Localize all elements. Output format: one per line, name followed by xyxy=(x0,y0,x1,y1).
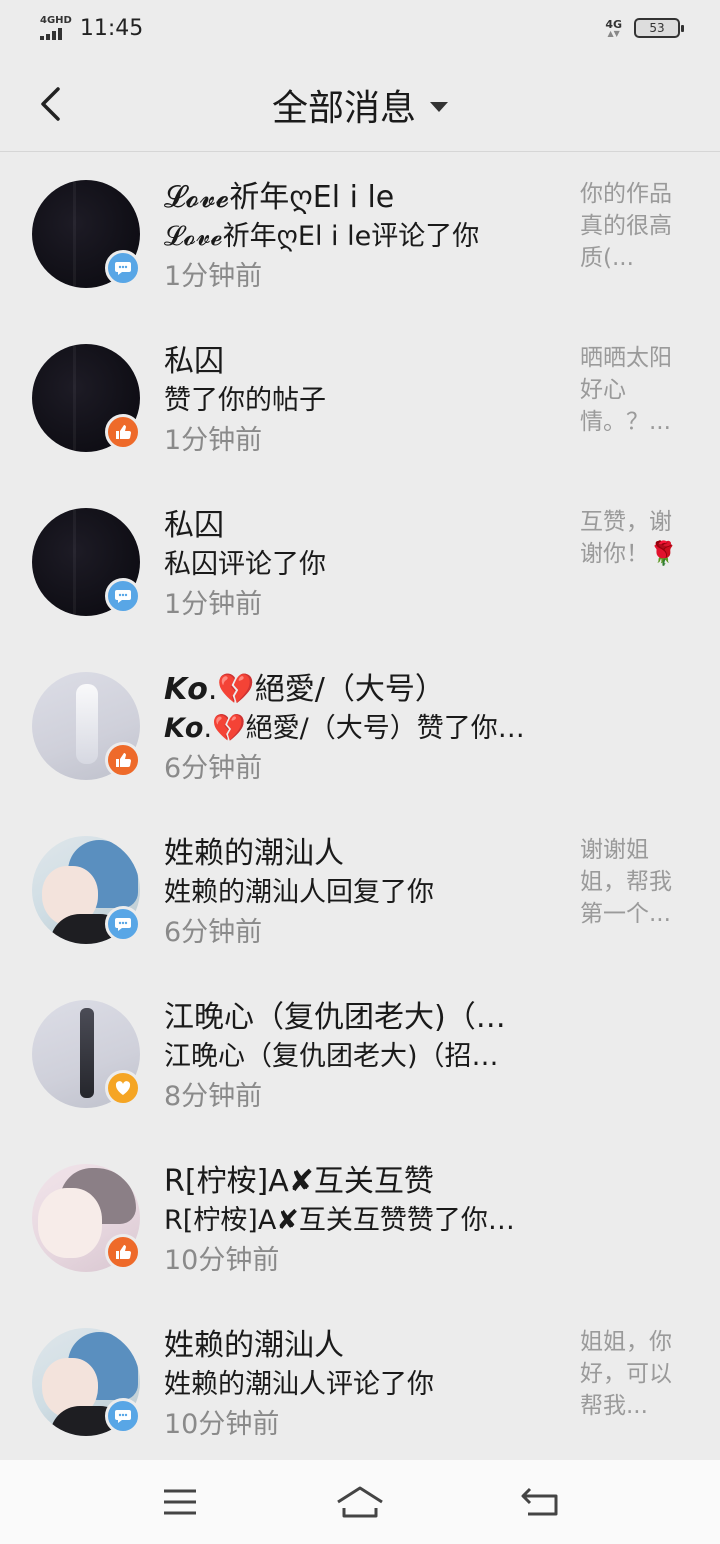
message-row[interactable]: 姓赖的潮汕人 姓赖的潮汕人评论了你 10分钟前 姐姐，你好，可以帮我... xyxy=(0,1300,720,1464)
sender-name: 姓赖的潮汕人 xyxy=(164,1328,344,1363)
status-left: 4GHD 11:45 xyxy=(40,16,143,41)
network-label: 4GHD xyxy=(40,15,72,26)
battery-icon: 53 xyxy=(634,18,684,38)
message-list: 𝓛𝓸𝓿𝓮祈年ღEl i le 𝓛𝓸𝓿𝓮祈年ღEl i le评论了你 1分钟前 你… xyxy=(0,152,720,1464)
message-filter-dropdown[interactable]: 全部消息 xyxy=(0,80,720,130)
sender-name: 江晚心（复仇团老大)（… xyxy=(164,1000,506,1035)
sender-name: 姓赖的潮汕人 xyxy=(164,836,344,871)
battery-level: 53 xyxy=(649,21,665,35)
sender-name: 𝙆𝙤.💔絕愛/（大号） xyxy=(164,672,445,707)
message-time: 10分钟前 xyxy=(164,1409,280,1440)
sender-name: 𝓛𝓸𝓿𝓮祈年ღEl i le xyxy=(164,180,395,215)
comment-icon xyxy=(105,1398,141,1434)
message-preview: 谢谢姐姐，帮我第一个... xyxy=(580,837,672,927)
message-action: 𝓛𝓸𝓿𝓮祈年ღEl i le评论了你 xyxy=(164,221,480,252)
message-row[interactable]: R[柠桉]A✘互关互赞 R[柠桉]A✘互关互赞赞了你… 10分钟前 xyxy=(0,1136,720,1300)
message-action: 江晚心（复仇团老大)（招… xyxy=(164,1041,499,1072)
sender-name: 私囚 xyxy=(164,508,224,543)
message-action: R[柠桉]A✘互关互赞赞了你… xyxy=(164,1205,515,1236)
comment-icon xyxy=(105,906,141,942)
home-button[interactable] xyxy=(330,1477,390,1527)
status-bar: 4GHD 11:45 4G ▲▼ 53 xyxy=(0,0,720,56)
like-icon xyxy=(105,742,141,778)
message-row[interactable]: 私囚 私囚评论了你 1分钟前 互赞，谢谢你！🌹 xyxy=(0,480,720,644)
message-action: 私囚评论了你 xyxy=(164,549,326,580)
sender-name: 私囚 xyxy=(164,344,224,379)
menu-button[interactable] xyxy=(150,1477,210,1527)
message-time: 1分钟前 xyxy=(164,425,263,456)
message-time: 6分钟前 xyxy=(164,917,263,948)
message-action: 姓赖的潮汕人评论了你 xyxy=(164,1369,434,1400)
like-icon xyxy=(105,1234,141,1270)
message-preview: 姐姐，你好，可以帮我... xyxy=(580,1329,672,1419)
message-row[interactable]: 𝙆𝙤.💔絕愛/（大号） 𝙆𝙤.💔絕愛/（大号）赞了你… 6分钟前 xyxy=(0,644,720,808)
comment-icon xyxy=(105,250,141,286)
system-nav-bar xyxy=(0,1460,720,1544)
message-time: 1分钟前 xyxy=(164,589,263,620)
message-time: 1分钟前 xyxy=(164,261,263,292)
message-time: 8分钟前 xyxy=(164,1081,263,1112)
message-row[interactable]: 姓赖的潮汕人 姓赖的潮汕人回复了你 6分钟前 谢谢姐姐，帮我第一个... xyxy=(0,808,720,972)
message-action: 姓赖的潮汕人回复了你 xyxy=(164,877,434,908)
clock: 11:45 xyxy=(79,15,144,41)
home-icon xyxy=(337,1486,383,1518)
message-action: 𝙆𝙤.💔絕愛/（大号）赞了你… xyxy=(164,713,525,744)
back-icon xyxy=(521,1487,558,1516)
status-right: 4G ▲▼ 53 xyxy=(605,18,684,38)
network-indicator: 4GHD xyxy=(40,16,72,40)
message-action: 赞了你的帖子 xyxy=(164,385,326,416)
mobile-data-indicator: 4G ▲▼ xyxy=(605,19,622,38)
like-icon xyxy=(105,414,141,450)
message-row[interactable]: 私囚 赞了你的帖子 1分钟前 晒晒太阳好心情。？... xyxy=(0,316,720,480)
header: 全部消息 xyxy=(0,56,720,152)
sender-name: R[柠桉]A✘互关互赞 xyxy=(164,1164,434,1199)
menu-icon xyxy=(164,1489,196,1515)
back-nav-button[interactable] xyxy=(510,1477,570,1527)
comment-icon xyxy=(105,578,141,614)
heart-icon xyxy=(105,1070,141,1106)
data-arrows-icon: ▲▼ xyxy=(607,28,620,38)
message-row[interactable]: 江晚心（复仇团老大)（… 江晚心（复仇团老大)（招… 8分钟前 xyxy=(0,972,720,1136)
caret-down-icon xyxy=(430,102,448,112)
page-title: 全部消息 xyxy=(271,88,416,129)
message-preview: 互赞，谢谢你！🌹 xyxy=(580,509,678,567)
message-time: 6分钟前 xyxy=(164,753,263,784)
message-preview: 你的作品真的很高质(... xyxy=(580,181,672,271)
mobile-data-label: 4G xyxy=(605,17,622,31)
message-time: 10分钟前 xyxy=(164,1245,280,1276)
signal-icon xyxy=(40,28,62,40)
message-preview: 晒晒太阳好心情。？... xyxy=(580,345,672,435)
message-row[interactable]: 𝓛𝓸𝓿𝓮祈年ღEl i le 𝓛𝓸𝓿𝓮祈年ღEl i le评论了你 1分钟前 你… xyxy=(0,152,720,316)
